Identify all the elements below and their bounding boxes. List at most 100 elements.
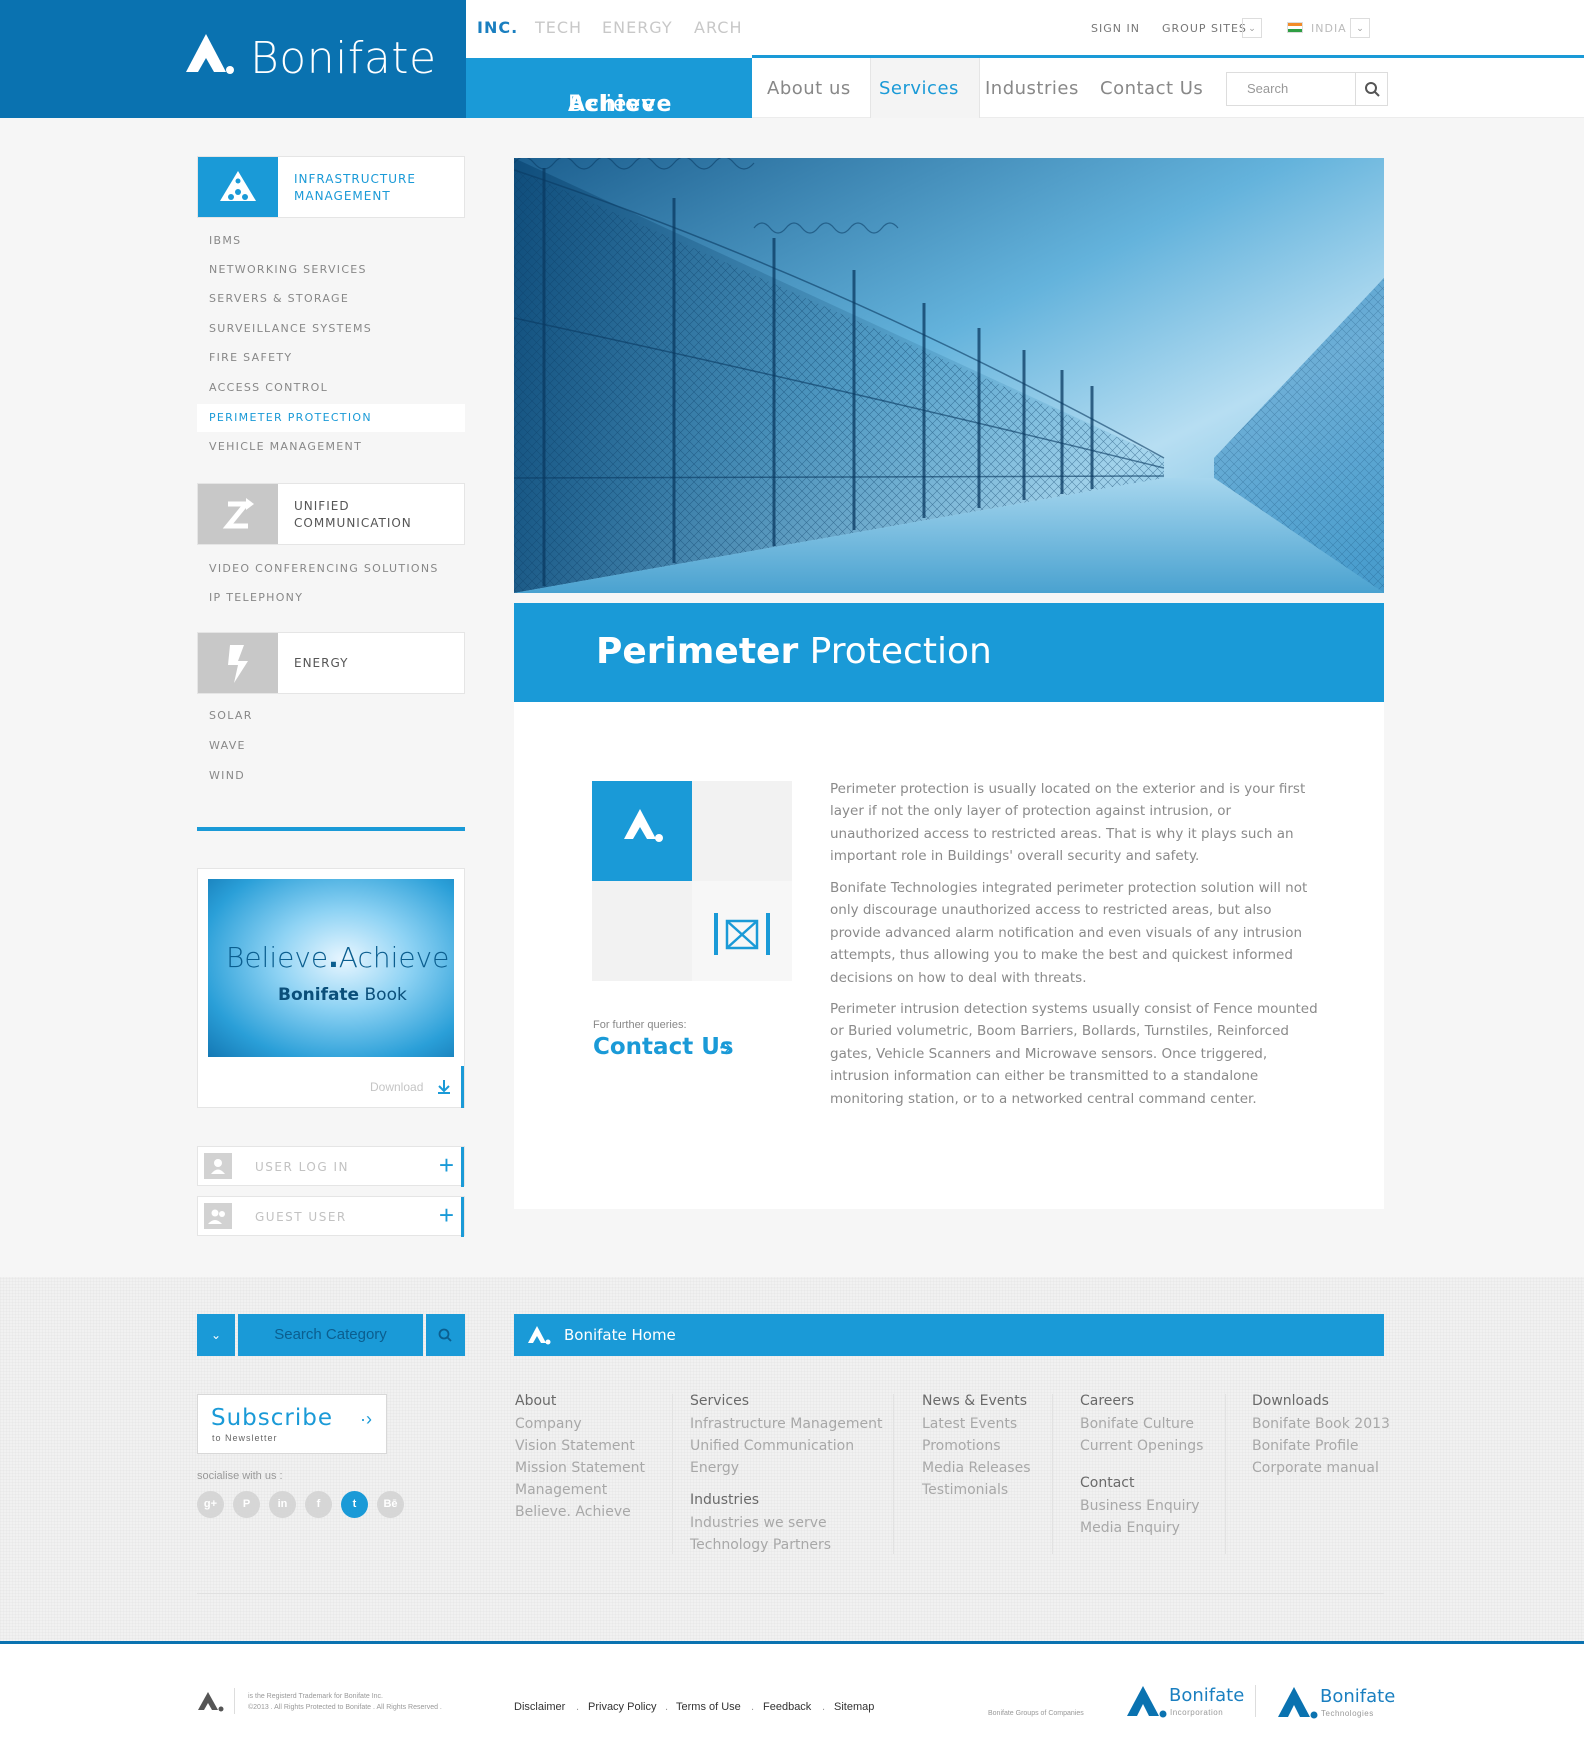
- chevron-down-icon[interactable]: ⌄: [1242, 18, 1262, 38]
- subscribe-button[interactable]: Subscribe to Newsletter ·›: [197, 1394, 387, 1454]
- nav-industries[interactable]: Industries: [985, 78, 1079, 99]
- footer-link[interactable]: Company: [515, 1416, 582, 1432]
- sidebar-item-perimeter-protection[interactable]: PERIMETER PROTECTION: [209, 411, 372, 424]
- search-button[interactable]: [1355, 73, 1387, 105]
- footer-link[interactable]: Mission Statement: [515, 1460, 645, 1476]
- sign-in-link[interactable]: SIGN IN: [1091, 22, 1140, 35]
- sidebar-item-access-control[interactable]: ACCESS CONTROL: [209, 381, 328, 394]
- brand-name: Bonifate: [250, 33, 437, 84]
- chevron-right-icon[interactable]: ·›: [718, 1036, 731, 1059]
- footer-link[interactable]: Technology Partners: [690, 1537, 831, 1553]
- privacy-policy-link[interactable]: Privacy Policy: [588, 1701, 656, 1713]
- accent-bar: [461, 1197, 464, 1237]
- sitemap-link[interactable]: Sitemap: [834, 1701, 874, 1713]
- sidebar-item-video-conferencing[interactable]: VIDEO CONFERENCING SOLUTIONS: [209, 562, 439, 575]
- footer-link[interactable]: Media Enquiry: [1080, 1520, 1180, 1536]
- sidebar-item-ibms[interactable]: IBMS: [209, 234, 241, 247]
- brand-logo[interactable]: Bonifate: [0, 0, 466, 118]
- sidebar-item-wind[interactable]: WIND: [209, 769, 245, 782]
- footer-link[interactable]: Infrastructure Management: [690, 1416, 882, 1432]
- sidebar-item-solar[interactable]: SOLAR: [209, 709, 253, 722]
- country-selector[interactable]: INDIA: [1311, 22, 1347, 35]
- category-infrastructure-management[interactable]: INFRASTRUCTURE MANAGEMENT: [197, 156, 465, 218]
- footer-link[interactable]: Latest Events: [922, 1416, 1017, 1432]
- plus-icon: +: [438, 1200, 454, 1230]
- guest-user-button[interactable]: GUEST USER +: [197, 1196, 465, 1237]
- nav-services[interactable]: Services: [879, 78, 959, 99]
- sidebar-item-surveillance-systems[interactable]: SURVEILLANCE SYSTEMS: [209, 322, 372, 335]
- group-companies-label: Bonifate Groups of Companies: [988, 1710, 1084, 1717]
- footer-link[interactable]: Corporate manual: [1252, 1460, 1379, 1476]
- footer-link[interactable]: Bonifate Culture: [1080, 1416, 1194, 1432]
- disclaimer-link[interactable]: Disclaimer: [514, 1701, 565, 1713]
- footer-link[interactable]: Industries we serve: [690, 1515, 827, 1531]
- sidebar-item-vehicle-management[interactable]: VEHICLE MANAGEMENT: [209, 440, 362, 453]
- footer-link[interactable]: Business Enquiry: [1080, 1498, 1200, 1514]
- footer-link[interactable]: Media Releases: [922, 1460, 1031, 1476]
- guest-users-icon: [204, 1203, 232, 1229]
- search-category-input[interactable]: Search Category: [238, 1314, 423, 1356]
- bonifate-book-cover[interactable]: Believe.Achieve Bonifate Book: [208, 879, 454, 1057]
- bonifate-home-bar[interactable]: Bonifate Home: [514, 1314, 1384, 1356]
- footer-heading-about[interactable]: About: [515, 1393, 556, 1409]
- sidebar-item-wave[interactable]: WAVE: [209, 739, 246, 752]
- sidebar-item-networking-services[interactable]: NETWORKING SERVICES: [209, 263, 367, 276]
- footer-heading-services[interactable]: Services: [690, 1393, 749, 1409]
- sidebar-divider: [197, 827, 465, 831]
- footer-link[interactable]: Current Openings: [1080, 1438, 1203, 1454]
- footer-link[interactable]: Bonifate Profile: [1252, 1438, 1359, 1454]
- footer-link[interactable]: Believe. Achieve: [515, 1504, 631, 1520]
- category-label-line2: MANAGEMENT: [294, 189, 391, 203]
- footer-heading-contact[interactable]: Contact: [1080, 1475, 1134, 1491]
- chevron-down-icon[interactable]: ⌄: [197, 1314, 235, 1356]
- brand-tab-arch[interactable]: ARCH: [694, 18, 742, 37]
- sidebar-item-fire-safety[interactable]: FIRE SAFETY: [209, 351, 292, 364]
- download-icon[interactable]: [435, 1078, 453, 1096]
- download-accent-bar: [461, 1066, 464, 1108]
- category-unified-communication[interactable]: UNIFIED COMMUNICATION: [197, 483, 465, 545]
- nav-about-us[interactable]: About us: [767, 78, 851, 99]
- terms-of-use-link[interactable]: Terms of Use: [676, 1701, 741, 1713]
- sidebar-item-servers-storage[interactable]: SERVERS & STORAGE: [209, 292, 349, 305]
- search-input[interactable]: Search: [1226, 72, 1388, 106]
- footer-link[interactable]: Unified Communication: [690, 1438, 854, 1454]
- behance-icon[interactable]: Bē: [377, 1491, 404, 1518]
- contact-us-link[interactable]: Contact Us: [593, 1034, 734, 1060]
- user-login-button[interactable]: USER LOG IN +: [197, 1146, 465, 1187]
- group-sites-link[interactable]: GROUP SITES: [1162, 22, 1247, 35]
- footer-heading-careers[interactable]: Careers: [1080, 1393, 1134, 1409]
- footer-link[interactable]: Testimonials: [922, 1482, 1008, 1498]
- perimeter-fence-icon: [714, 913, 770, 955]
- bonifate-logo-icon: [186, 34, 234, 74]
- twitter-icon[interactable]: t: [341, 1491, 368, 1518]
- footer-link[interactable]: Management: [515, 1482, 607, 1498]
- search-category[interactable]: ⌄ Search Category: [197, 1314, 465, 1356]
- google-plus-icon[interactable]: g+: [197, 1491, 224, 1518]
- footer-link[interactable]: Promotions: [922, 1438, 1001, 1454]
- brand-tab-energy[interactable]: ENERGY: [602, 18, 673, 37]
- feedback-link[interactable]: Feedback: [763, 1701, 811, 1713]
- book-title-bold: Bonifate: [278, 985, 360, 1005]
- page-title: Perimeter Protection: [596, 631, 992, 672]
- footer-heading-industries[interactable]: Industries: [690, 1492, 759, 1508]
- brand-tab-inc[interactable]: INC.: [477, 18, 518, 37]
- pinterest-icon[interactable]: P: [233, 1491, 260, 1518]
- user-icon: [204, 1153, 232, 1179]
- sidebar-item-ip-telephony[interactable]: IP TELEPHONY: [209, 591, 303, 604]
- footer-link[interactable]: Bonifate Book 2013: [1252, 1416, 1390, 1432]
- linkedin-icon[interactable]: in: [269, 1491, 296, 1518]
- chevron-down-icon[interactable]: ⌄: [1350, 18, 1370, 38]
- footer-heading-news-events[interactable]: News & Events: [922, 1393, 1027, 1409]
- search-button[interactable]: [426, 1314, 465, 1356]
- footer-heading-downloads[interactable]: Downloads: [1252, 1393, 1329, 1409]
- category-energy[interactable]: ENERGY: [197, 632, 465, 694]
- brand-tab-tech[interactable]: TECH: [535, 18, 582, 37]
- footer-link[interactable]: Energy: [690, 1460, 739, 1476]
- facebook-icon[interactable]: f: [305, 1491, 332, 1518]
- separator: .: [665, 1701, 669, 1713]
- group-2-sub: Technologies: [1321, 1709, 1374, 1718]
- download-link[interactable]: Download: [370, 1080, 423, 1094]
- footer-link[interactable]: Vision Statement: [515, 1438, 635, 1454]
- nav-contact-us[interactable]: Contact Us: [1100, 78, 1203, 99]
- tile-blank: [592, 881, 692, 981]
